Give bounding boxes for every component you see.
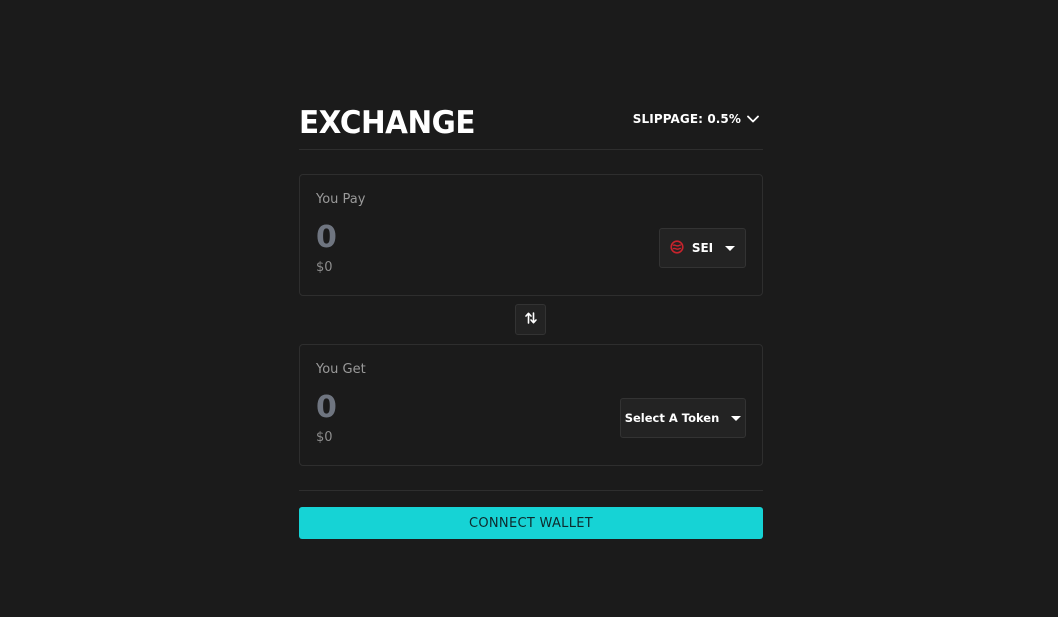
exchange-panel: EXCHANGE SLIPPAGE: 0.5% You Pay 0 $0 SEI xyxy=(299,100,763,539)
slippage-dropdown[interactable]: SLIPPAGE: 0.5% xyxy=(633,112,759,126)
get-usd-value: $0 xyxy=(316,430,333,445)
pay-card: You Pay 0 $0 SEI xyxy=(299,174,763,296)
get-label: You Get xyxy=(316,362,366,377)
pay-token-label: SEI xyxy=(691,241,714,255)
get-token-label: Select A Token xyxy=(624,411,720,425)
page-title: EXCHANGE xyxy=(299,105,475,141)
get-token-select[interactable]: Select A Token xyxy=(620,398,746,438)
pay-amount-input[interactable]: 0 xyxy=(316,221,337,255)
caret-down-icon xyxy=(731,415,742,421)
slippage-label: SLIPPAGE: 0.5% xyxy=(632,112,741,126)
pay-token-select[interactable]: SEI xyxy=(659,228,746,268)
get-amount-input[interactable]: 0 xyxy=(316,391,337,425)
exchange-header: EXCHANGE SLIPPAGE: 0.5% xyxy=(299,100,763,150)
get-card: You Get 0 $0 Select A Token xyxy=(299,344,763,466)
divider xyxy=(299,490,763,491)
swap-arrows-icon xyxy=(524,310,538,329)
swap-direction-button[interactable] xyxy=(515,304,546,335)
pay-usd-value: $0 xyxy=(316,260,333,275)
connect-wallet-button[interactable]: CONNECT WALLET xyxy=(299,507,763,539)
caret-down-icon xyxy=(725,245,736,251)
chevron-down-icon xyxy=(747,115,759,123)
sei-logo-icon xyxy=(670,239,684,257)
pay-label: You Pay xyxy=(316,192,366,207)
